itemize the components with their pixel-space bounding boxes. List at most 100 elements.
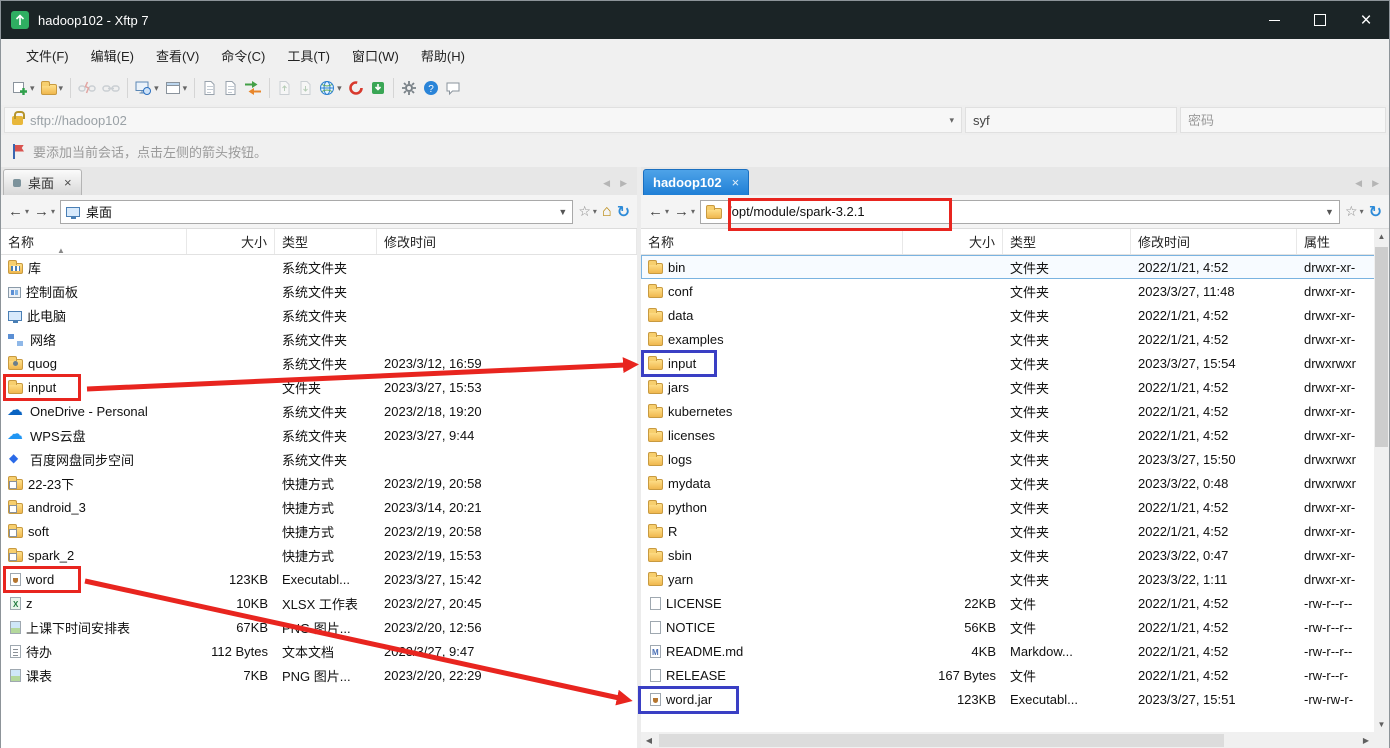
upload-doc-icon[interactable]: [274, 75, 295, 101]
file-row[interactable]: 22-23下 快捷方式 2023/2/19, 20:58: [1, 471, 637, 495]
file-row[interactable]: 上课下时间安排表 67KB PNG 图片... 2023/2/20, 12:56: [1, 615, 637, 639]
scroll-thumb[interactable]: [1375, 247, 1388, 447]
column-header-attr[interactable]: 属性: [1297, 229, 1376, 254]
combo-arrow-icon[interactable]: ▼: [1322, 207, 1337, 217]
refresh-button[interactable]: ↻: [1369, 202, 1382, 222]
tab-close-icon[interactable]: ×: [64, 175, 72, 190]
transfer-arrows-icon[interactable]: [241, 75, 265, 101]
web-globe-icon[interactable]: ▾: [316, 75, 345, 101]
layout-window-icon[interactable]: ▾: [162, 75, 191, 101]
file-row[interactable]: WPS云盘 系统文件夹 2023/3/27, 9:44: [1, 423, 637, 447]
local-path-combobox[interactable]: 桌面 ▼: [60, 199, 574, 224]
password-field[interactable]: [1180, 107, 1386, 133]
file-row[interactable]: 网络 系统文件夹: [1, 327, 637, 351]
forward-button[interactable]: → ▾: [34, 203, 55, 220]
back-button[interactable]: ← ▾: [8, 203, 29, 220]
file-row[interactable]: bin 文件夹 2022/1/21, 4:52 drwxr-xr-: [641, 255, 1376, 279]
file-row[interactable]: 待办 112 Bytes 文本文档 2023/3/27, 9:47: [1, 639, 637, 663]
menu-item-2[interactable]: 查看(V): [145, 41, 210, 70]
scroll-thumb[interactable]: [659, 734, 1224, 747]
address-dropdown-icon[interactable]: ▾: [949, 115, 954, 126]
address-field[interactable]: ▾: [4, 107, 962, 133]
address-input[interactable]: [30, 112, 949, 128]
settings-gear-icon[interactable]: [398, 75, 420, 101]
file-row[interactable]: 库 系统文件夹: [1, 255, 637, 279]
back-button[interactable]: ← ▾: [648, 203, 669, 220]
horizontal-scrollbar[interactable]: ◀ ▶: [641, 732, 1374, 748]
maximize-button[interactable]: [1297, 1, 1343, 39]
column-header-name[interactable]: 名称 ▲: [1, 229, 187, 255]
tab-scroll-left-icon[interactable]: ◀: [1355, 178, 1362, 189]
reconnect-link-icon[interactable]: [99, 75, 123, 101]
column-header-name[interactable]: 名称: [641, 229, 903, 254]
file-row[interactable]: 课表 7KB PNG 图片... 2023/2/20, 22:29: [1, 663, 637, 687]
feedback-chat-icon[interactable]: [442, 75, 464, 101]
tab-hadoop102[interactable]: hadoop102 ×: [643, 169, 750, 195]
combo-arrow-icon[interactable]: ▼: [555, 207, 570, 217]
forward-button[interactable]: → ▾: [674, 203, 695, 220]
file-row[interactable]: word.jar 123KB Executabl... 2023/3/27, 1…: [641, 687, 1376, 711]
refresh-button[interactable]: ↻: [617, 202, 630, 222]
column-header-size[interactable]: 大小: [903, 229, 1003, 254]
file-row[interactable]: sbin 文件夹 2023/3/22, 0:47 drwxr-xr-: [641, 543, 1376, 567]
tab-scroll-left-icon[interactable]: ◀: [603, 178, 610, 189]
column-header-type[interactable]: 类型: [1003, 229, 1131, 254]
copy-doc-icon[interactable]: [199, 75, 220, 101]
file-row[interactable]: conf 文件夹 2023/3/27, 11:48 drwxr-xr-: [641, 279, 1376, 303]
download-manager-icon[interactable]: [367, 75, 389, 101]
column-header-type[interactable]: 类型: [275, 229, 377, 254]
file-row[interactable]: licenses 文件夹 2022/1/21, 4:52 drwxr-xr-: [641, 423, 1376, 447]
file-row[interactable]: input 文件夹 2023/3/27, 15:53: [1, 375, 637, 399]
menu-item-1[interactable]: 编辑(E): [80, 41, 145, 70]
username-input[interactable]: [973, 112, 1169, 128]
swirl-icon[interactable]: [345, 75, 367, 101]
file-row[interactable]: 控制面板 系统文件夹: [1, 279, 637, 303]
file-row[interactable]: spark_2 快捷方式 2023/2/19, 15:53: [1, 543, 637, 567]
new-session-icon[interactable]: ▾: [9, 75, 38, 101]
close-button[interactable]: [1343, 1, 1389, 39]
file-row[interactable]: mydata 文件夹 2023/3/22, 0:48 drwxrwxr: [641, 471, 1376, 495]
file-row[interactable]: word 123KB Executabl... 2023/3/27, 15:42: [1, 567, 637, 591]
column-header-time[interactable]: 修改时间: [377, 229, 637, 254]
views-monitor-icon[interactable]: ▾: [132, 75, 162, 101]
menu-item-3[interactable]: 命令(C): [210, 41, 276, 70]
file-row[interactable]: README.md 4KB Markdow... 2022/1/21, 4:52…: [641, 639, 1376, 663]
paste-doc-icon[interactable]: [220, 75, 241, 101]
column-header-size[interactable]: 大小: [187, 229, 275, 254]
column-header-time[interactable]: 修改时间: [1131, 229, 1297, 254]
file-row[interactable]: examples 文件夹 2022/1/21, 4:52 drwxr-xr-: [641, 327, 1376, 351]
scroll-left-icon[interactable]: ◀: [641, 736, 657, 745]
file-row[interactable]: yarn 文件夹 2023/3/22, 1:11 drwxr-xr-: [641, 567, 1376, 591]
tab-desktop[interactable]: 桌面 ×: [3, 169, 82, 195]
menu-item-6[interactable]: 帮助(H): [410, 41, 476, 70]
scroll-down-icon[interactable]: ▼: [1374, 717, 1389, 732]
file-row[interactable]: kubernetes 文件夹 2022/1/21, 4:52 drwxr-xr-: [641, 399, 1376, 423]
menu-item-0[interactable]: 文件(F): [15, 41, 80, 70]
scroll-up-icon[interactable]: ▲: [1374, 229, 1389, 244]
vertical-scrollbar[interactable]: ▲ ▼: [1374, 229, 1389, 732]
menu-item-4[interactable]: 工具(T): [276, 41, 341, 70]
file-row[interactable]: input 文件夹 2023/3/27, 15:54 drwxrwxr: [641, 351, 1376, 375]
tab-scroll-right-icon[interactable]: ▶: [1372, 178, 1379, 189]
file-row[interactable]: quog 系统文件夹 2023/3/12, 16:59: [1, 351, 637, 375]
password-input[interactable]: [1188, 112, 1378, 128]
file-row[interactable]: python 文件夹 2022/1/21, 4:52 drwxr-xr-: [641, 495, 1376, 519]
tab-close-icon[interactable]: ×: [732, 175, 740, 190]
file-row[interactable]: LICENSE 22KB 文件 2022/1/21, 4:52 -rw-r--r…: [641, 591, 1376, 615]
open-folder-icon[interactable]: ▾: [38, 75, 67, 101]
file-row[interactable]: 此电脑 系统文件夹: [1, 303, 637, 327]
file-row[interactable]: 百度网盘同步空间 系统文件夹: [1, 447, 637, 471]
file-row[interactable]: logs 文件夹 2023/3/27, 15:50 drwxrwxr: [641, 447, 1376, 471]
file-row[interactable]: jars 文件夹 2022/1/21, 4:52 drwxr-xr-: [641, 375, 1376, 399]
file-row[interactable]: soft 快捷方式 2023/2/19, 20:58: [1, 519, 637, 543]
remote-path-combobox[interactable]: /opt/module/spark-3.2.1 ▼: [700, 199, 1341, 224]
file-row[interactable]: android_3 快捷方式 2023/3/14, 20:21: [1, 495, 637, 519]
tab-scroll-right-icon[interactable]: ▶: [620, 178, 627, 189]
file-row[interactable]: RELEASE 167 Bytes 文件 2022/1/21, 4:52 -rw…: [641, 663, 1376, 687]
favorites-button[interactable]: ☆ ▾: [1345, 203, 1364, 220]
file-row[interactable]: z 10KB XLSX 工作表 2023/2/27, 20:45: [1, 591, 637, 615]
file-row[interactable]: OneDrive - Personal 系统文件夹 2023/2/18, 19:…: [1, 399, 637, 423]
help-icon[interactable]: ?: [420, 75, 442, 101]
file-row[interactable]: NOTICE 56KB 文件 2022/1/21, 4:52 -rw-r--r-…: [641, 615, 1376, 639]
minimize-button[interactable]: [1251, 1, 1297, 39]
